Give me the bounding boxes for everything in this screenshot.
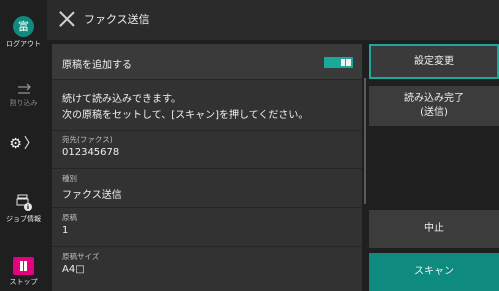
cancel-button[interactable]: 中止 [369,210,499,248]
field-value: A4□ [62,264,85,275]
close-icon[interactable] [59,11,75,27]
add-original-toggle[interactable] [324,57,353,68]
add-original-label: 原稿を追加する [62,60,132,71]
job-info-icon [16,194,32,212]
stop-button[interactable]: ストップ [0,257,47,287]
scan-button[interactable]: スキャン [369,253,499,291]
field-label: 種別 [62,174,77,183]
field-destination: 宛先(ファクス) 012345678 [62,134,119,158]
job-info-label: ジョブ情報 [6,215,41,223]
message-line-2: 次の原稿をセットして、[スキャン]を押してください。 [62,110,309,121]
interrupt-button[interactable]: 割り込み [0,82,47,108]
field-value: ファクス送信 [62,190,122,201]
chevron-right-icon: 〉 [23,136,38,152]
field-type: 種別 ファクス送信 [62,173,122,201]
interrupt-label: 割り込み [9,99,38,107]
field-label: 原稿 [62,213,77,222]
field-label: 宛先(ファクス) [62,135,113,144]
field-originals: 原稿 1 [62,212,77,236]
interrupt-icon [16,82,32,96]
main-panel: 原稿を追加する 続けて読み込みできます。 次の原稿をセットして、[スキャン]を押… [52,44,362,291]
field-value: 1 [62,225,69,236]
field-label: 原稿サイズ [62,252,100,261]
toggle-knob [341,59,351,66]
logout-button[interactable]: 富 ログアウト [0,16,47,49]
instruction-message: 続けて読み込みできます。 次の原稿をセットして、[スキャン]を押してください。 [62,92,308,124]
job-status-button[interactable]: ジョブ情報 [0,194,47,224]
logout-label: ログアウト [6,40,41,48]
stop-icon [13,257,34,275]
gear-icon: ⚙ [9,136,22,152]
page-title: ファクス送信 [84,13,150,26]
stop-label: ストップ [9,278,38,286]
field-value: 012345678 [62,147,120,158]
side-rail: 富 ログアウト 割り込み ⚙ 〉 ジョブ情報 ストップ [0,0,47,291]
divider [52,246,362,247]
divider [52,168,362,169]
divider [52,130,362,131]
divider [52,207,362,208]
change-settings-button[interactable]: 設定変更 [369,44,499,79]
field-original-size: 原稿サイズ A4□ [62,251,99,275]
scrollbar[interactable] [364,78,366,204]
add-original-row[interactable]: 原稿を追加する [52,44,362,80]
finish-label-line1: 読み込み完了 [404,93,464,104]
device-settings-button[interactable]: ⚙ 〉 [0,136,47,152]
message-line-1: 続けて読み込みできます。 [62,94,181,105]
user-badge-icon: 富 [13,16,34,37]
finish-scan-button[interactable]: 読み込み完了 (送信) [369,86,499,126]
finish-label-line2: (送信) [420,107,448,118]
header-bar: ファクス送信 [47,0,499,40]
